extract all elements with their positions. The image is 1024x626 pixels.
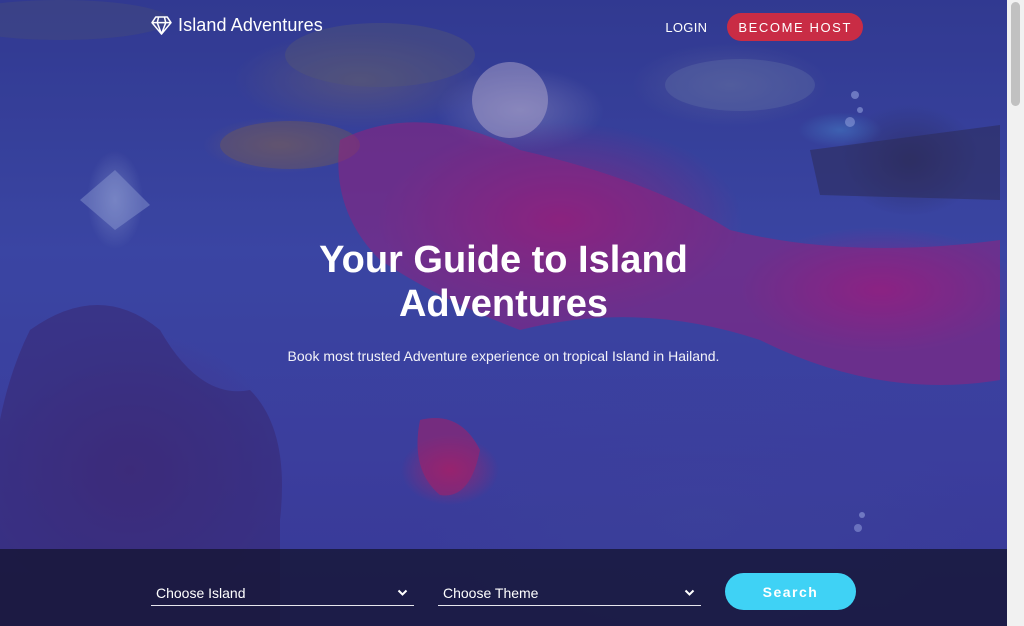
login-link[interactable]: LOGIN <box>665 20 707 35</box>
brand-name: Island Adventures <box>178 15 323 35</box>
hero-headline-line1: Your Guide to Island <box>319 239 688 281</box>
hero-headline-line2: Adventures <box>398 283 609 325</box>
diamond-icon <box>151 16 172 35</box>
brand-logo[interactable]: Island Adventures <box>151 15 323 36</box>
hero-subheading: Book most trusted Adventure experience o… <box>287 348 720 364</box>
become-host-button[interactable]: BECOME HOST <box>727 13 863 41</box>
top-nav: LOGIN BECOME HOST <box>665 13 863 41</box>
scrollbar-thumb[interactable] <box>1011 2 1020 106</box>
hero-headline: Your Guide to Island Adventures <box>0 238 1007 326</box>
page-scrollbar[interactable] <box>1007 0 1024 626</box>
chevron-down-icon <box>397 589 408 596</box>
theme-select-label: Choose Theme <box>443 584 539 601</box>
search-bar: Choose Island Choose Theme Search <box>0 549 1007 626</box>
island-select[interactable]: Choose Island <box>151 580 414 606</box>
chevron-down-icon <box>684 589 695 596</box>
theme-select[interactable]: Choose Theme <box>438 580 701 606</box>
island-select-label: Choose Island <box>156 584 246 601</box>
search-button[interactable]: Search <box>725 573 856 610</box>
